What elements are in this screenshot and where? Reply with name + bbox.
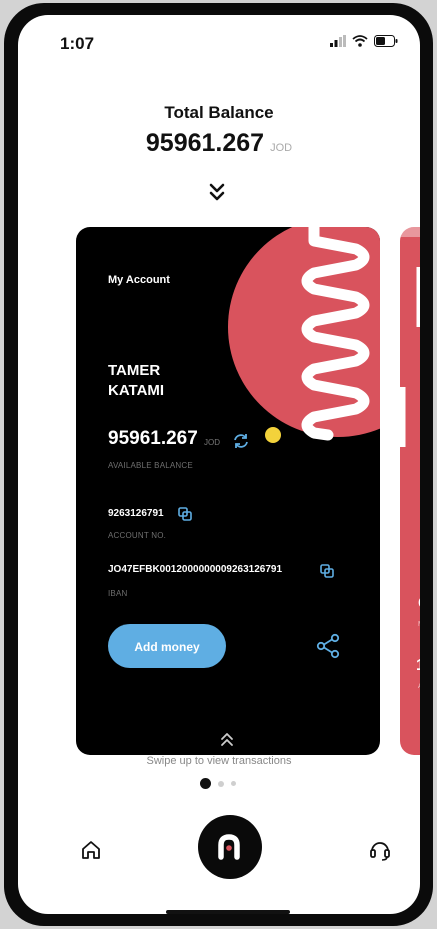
next-card-label: M <box>418 621 420 628</box>
app-logo-button[interactable] <box>198 815 262 879</box>
card-holder-first-name: TAMER <box>108 362 161 379</box>
chevron-double-up-icon[interactable] <box>219 731 235 747</box>
card-title: My Account <box>108 274 170 286</box>
next-card-sublabel: A <box>418 683 420 690</box>
account-number-value: 9263126791 <box>108 508 164 519</box>
page-indicator <box>200 778 236 789</box>
copy-icon[interactable] <box>320 564 334 578</box>
card-holder-last-name: KATAMI <box>108 382 165 399</box>
screen: 1:07 Total Balance 95961.267 JOD My Acco… <box>18 15 420 914</box>
status-time: 1:07 <box>60 34 95 53</box>
wifi-icon <box>352 35 368 47</box>
page-dot[interactable] <box>218 780 224 787</box>
account-card[interactable]: My Account TAMER KATAMI 95961.267 JOD AV… <box>76 227 380 755</box>
total-balance-label: Total Balance <box>164 103 274 122</box>
share-icon[interactable] <box>316 633 340 659</box>
next-card-initial: C <box>418 595 420 613</box>
home-indicator[interactable] <box>166 910 290 914</box>
page-dot[interactable] <box>231 781 236 786</box>
total-balance-value: 95961.267 <box>145 129 265 157</box>
available-balance-currency: JOD <box>204 438 220 447</box>
home-icon[interactable] <box>80 839 102 861</box>
status-icons <box>330 35 398 47</box>
iban-label: IBAN <box>108 589 128 598</box>
battery-icon <box>374 35 398 47</box>
total-balance-currency: JOD <box>270 142 293 154</box>
refresh-icon[interactable] <box>232 432 250 450</box>
next-card-amount: 1 <box>416 657 420 675</box>
headset-icon[interactable] <box>369 838 391 862</box>
card-decoration <box>228 227 380 443</box>
logo-icon <box>218 834 240 860</box>
copy-icon[interactable] <box>178 507 192 521</box>
account-number-label: ACCOUNT NO. <box>108 531 167 540</box>
page-dot-active[interactable] <box>200 778 211 789</box>
available-balance-label: AVAILABLE BALANCE <box>108 461 193 470</box>
chevron-double-down-icon[interactable] <box>206 181 228 203</box>
signal-icon <box>330 35 346 47</box>
phone-frame: 1:07 Total Balance 95961.267 JOD My Acco… <box>4 3 433 926</box>
add-money-button[interactable]: Add money <box>108 624 226 668</box>
iban-value: JO47EFBK0012000000009263126791 <box>108 564 283 575</box>
swipe-hint: Swipe up to view transactions <box>146 755 292 767</box>
total-balance-row: 95961.267 JOD <box>18 129 420 158</box>
next-card-decoration <box>400 227 420 447</box>
available-balance-value: 95961.267 <box>108 428 198 449</box>
next-account-card[interactable]: C M 1 A <box>400 227 420 755</box>
